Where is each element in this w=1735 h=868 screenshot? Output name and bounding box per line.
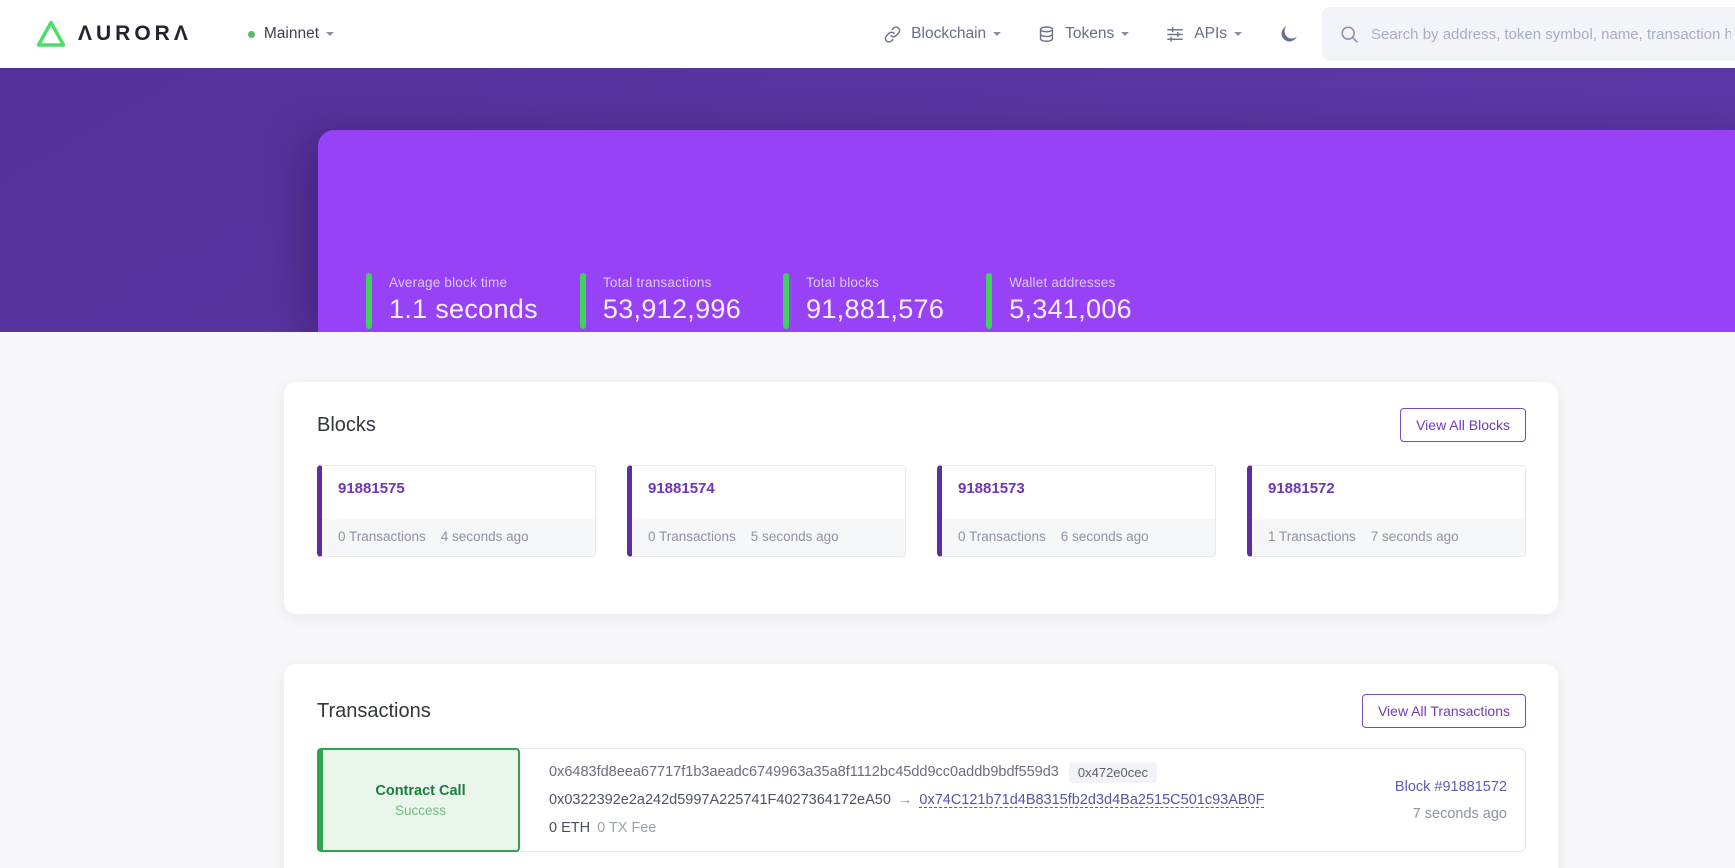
block-age: 4 seconds ago bbox=[441, 529, 529, 544]
stat-accent-bar bbox=[580, 273, 586, 329]
blocks-title: Blocks bbox=[317, 414, 376, 437]
transaction-block-link[interactable]: Block #91881572 bbox=[1395, 777, 1507, 797]
transaction-type: Contract Call bbox=[375, 783, 465, 799]
aurora-triangle-icon bbox=[35, 18, 67, 50]
block-tx-count: 0 Transactions bbox=[958, 529, 1046, 544]
block-card: 91881574 0 Transactions 5 seconds ago bbox=[627, 465, 906, 557]
search-input[interactable] bbox=[1371, 26, 1731, 43]
transaction-hash-link[interactable]: 0x6483fd8eea67717f1b3aeadc6749963a35a8f1… bbox=[549, 764, 1059, 780]
to-address-link[interactable]: 0x74C121b71d4B8315fb2d3d4Ba2515C501c93AB… bbox=[919, 792, 1264, 808]
block-card: 91881572 1 Transactions 7 seconds ago bbox=[1247, 465, 1526, 557]
network-status-dot bbox=[248, 31, 255, 38]
nav-item-apis[interactable]: APIs bbox=[1165, 25, 1242, 44]
stat-label: Total blocks bbox=[806, 275, 944, 290]
transactions-title: Transactions bbox=[317, 700, 431, 723]
block-card: 91881575 0 Transactions 4 seconds ago bbox=[317, 465, 596, 557]
transaction-details: 0x6483fd8eea67717f1b3aeadc6749963a35a8f1… bbox=[549, 758, 1264, 842]
block-number-link[interactable]: 91881574 bbox=[648, 480, 715, 497]
block-number-link[interactable]: 91881575 bbox=[338, 480, 405, 497]
aurora-logo[interactable]: ΛURORΛ bbox=[35, 18, 192, 50]
nav-item-tokens[interactable]: Tokens bbox=[1037, 25, 1129, 44]
dark-mode-toggle[interactable] bbox=[1278, 23, 1300, 45]
transaction-age: 7 seconds ago bbox=[1395, 804, 1507, 824]
block-tx-count: 1 Transactions bbox=[1268, 529, 1356, 544]
stat-accent-bar bbox=[986, 273, 992, 329]
nav-menu: Blockchain Tokens APIs bbox=[883, 7, 1735, 61]
arrow-right-icon: → bbox=[898, 792, 913, 808]
chain-link-icon bbox=[883, 25, 902, 44]
block-age: 6 seconds ago bbox=[1061, 529, 1149, 544]
transaction-meta: Block #91881572 7 seconds ago bbox=[1395, 777, 1525, 824]
search-container bbox=[1322, 7, 1735, 61]
stat-value: 1.1 seconds bbox=[389, 294, 538, 325]
chevron-down-icon bbox=[993, 32, 1001, 36]
chevron-down-icon bbox=[326, 32, 334, 36]
view-all-transactions-button[interactable]: View All Transactions bbox=[1362, 694, 1526, 728]
moon-icon bbox=[1278, 23, 1300, 45]
chevron-down-icon bbox=[1234, 32, 1242, 36]
block-number-link[interactable]: 91881573 bbox=[958, 480, 1025, 497]
nav-label-apis: APIs bbox=[1194, 25, 1227, 43]
stat-total-transactions: Total transactions 53,912,996 bbox=[580, 273, 741, 329]
block-age: 5 seconds ago bbox=[751, 529, 839, 544]
transaction-status: Success bbox=[395, 803, 446, 818]
chevron-down-icon bbox=[1121, 32, 1129, 36]
stat-label: Total transactions bbox=[603, 275, 741, 290]
nav-item-blockchain[interactable]: Blockchain bbox=[883, 25, 1001, 44]
hero-banner: Average block time 1.1 seconds Total tra… bbox=[0, 68, 1735, 332]
network-label: Mainnet bbox=[264, 25, 319, 43]
stat-label: Average block time bbox=[389, 275, 538, 290]
block-number-link[interactable]: 91881572 bbox=[1268, 480, 1335, 497]
method-id-badge: 0x472e0cec bbox=[1069, 762, 1157, 783]
stat-average-block-time: Average block time 1.1 seconds bbox=[366, 273, 538, 329]
search-icon bbox=[1339, 24, 1360, 45]
coins-icon bbox=[1037, 25, 1056, 44]
stat-value: 53,912,996 bbox=[603, 294, 741, 325]
nav-label-tokens: Tokens bbox=[1065, 25, 1114, 43]
from-address: 0x0322392e2a242d5997A225741F4027364172eA… bbox=[549, 792, 891, 808]
block-tx-count: 0 Transactions bbox=[648, 529, 736, 544]
stat-total-blocks: Total blocks 91,881,576 bbox=[783, 273, 944, 329]
transactions-panel: Transactions View All Transactions Contr… bbox=[284, 664, 1558, 868]
block-age: 7 seconds ago bbox=[1371, 529, 1459, 544]
latest-blocks-list: 91881575 0 Transactions 4 seconds ago 91… bbox=[317, 465, 1526, 557]
transaction-row: Contract Call Success 0x6483fd8eea67717f… bbox=[317, 748, 1526, 852]
stat-accent-bar bbox=[366, 273, 372, 329]
stat-wallet-addresses: Wallet addresses 5,341,006 bbox=[986, 273, 1132, 329]
stat-value: 5,341,006 bbox=[1009, 294, 1132, 325]
top-navbar: ΛURORΛ Mainnet Blockchain Tokens bbox=[0, 0, 1735, 68]
view-all-blocks-button[interactable]: View All Blocks bbox=[1400, 408, 1526, 442]
block-tx-count: 0 Transactions bbox=[338, 529, 426, 544]
network-selector[interactable]: Mainnet bbox=[248, 25, 334, 43]
stat-value: 91,881,576 bbox=[806, 294, 944, 325]
nav-label-blockchain: Blockchain bbox=[911, 25, 986, 43]
transaction-value: 0 ETH bbox=[549, 820, 590, 836]
block-card: 91881573 0 Transactions 6 seconds ago bbox=[937, 465, 1216, 557]
stat-label: Wallet addresses bbox=[1009, 275, 1132, 290]
sliders-icon bbox=[1165, 25, 1185, 44]
transaction-type-badge: Contract Call Success bbox=[317, 748, 520, 852]
logo-text: ΛURORΛ bbox=[78, 22, 192, 46]
stat-accent-bar bbox=[783, 273, 789, 329]
transaction-fee: 0 TX Fee bbox=[597, 820, 656, 836]
network-stats: Average block time 1.1 seconds Total tra… bbox=[366, 273, 1174, 329]
blocks-panel: Blocks View All Blocks 91881575 0 Transa… bbox=[284, 382, 1558, 614]
